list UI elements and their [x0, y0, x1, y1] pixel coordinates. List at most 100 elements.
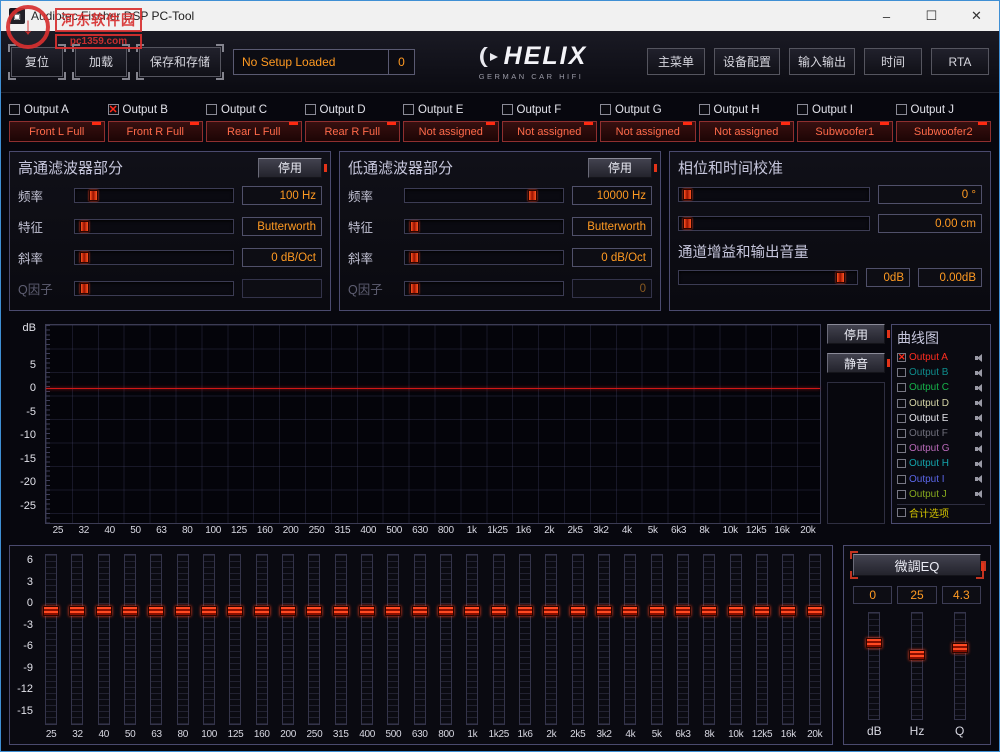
eq-band-slider[interactable]: [512, 552, 538, 727]
eq-band-handle[interactable]: [543, 606, 559, 616]
filter-slider[interactable]: [74, 188, 234, 203]
eq-band-handle[interactable]: [201, 606, 217, 616]
output-assign-button[interactable]: Front R Full: [108, 121, 204, 142]
eq-band-slider[interactable]: [222, 552, 248, 727]
main-menu-button[interactable]: 主菜单: [647, 48, 705, 75]
time-button[interactable]: 时间: [864, 48, 922, 75]
eq-band-handle[interactable]: [333, 606, 349, 616]
load-button[interactable]: 加载: [75, 47, 127, 77]
eq-band-slider[interactable]: [749, 552, 775, 727]
input-output-button[interactable]: 输入输出: [789, 48, 855, 75]
filter-slider[interactable]: [404, 188, 564, 203]
output-checkbox[interactable]: [305, 104, 316, 115]
filter-slider[interactable]: [404, 281, 564, 296]
device-config-button[interactable]: 设备配置: [714, 48, 780, 75]
save-store-button[interactable]: 保存和存储: [139, 47, 221, 77]
output-assign-button[interactable]: Not assigned: [403, 121, 499, 142]
filter-slider[interactable]: [74, 281, 234, 296]
output-assign-button[interactable]: Not assigned: [600, 121, 696, 142]
slider-handle[interactable]: [410, 221, 419, 232]
filter-slider[interactable]: [74, 219, 234, 234]
output-assign-button[interactable]: Front L Full: [9, 121, 105, 142]
eq-band-handle[interactable]: [728, 606, 744, 616]
output-checkbox[interactable]: [9, 104, 20, 115]
eq-band-handle[interactable]: [464, 606, 480, 616]
eq-band-slider[interactable]: [644, 552, 670, 727]
eq-band-handle[interactable]: [306, 606, 322, 616]
eq-band-slider[interactable]: [196, 552, 222, 727]
fine-eq-slider[interactable]: [853, 610, 896, 722]
mute-button[interactable]: 静音: [827, 353, 885, 373]
eq-band-slider[interactable]: [459, 552, 485, 727]
eq-band-slider[interactable]: [433, 552, 459, 727]
eq-band-handle[interactable]: [122, 606, 138, 616]
eq-band-handle[interactable]: [254, 606, 270, 616]
eq-band-handle[interactable]: [491, 606, 507, 616]
eq-band-slider[interactable]: [407, 552, 433, 727]
highpass-disable-button[interactable]: 停用: [258, 158, 322, 178]
output-assign-button[interactable]: Subwoofer1: [797, 121, 893, 142]
eq-band-slider[interactable]: [802, 552, 828, 727]
eq-band-slider[interactable]: [775, 552, 801, 727]
eq-band-handle[interactable]: [43, 606, 59, 616]
eq-band-slider[interactable]: [91, 552, 117, 727]
maximize-button[interactable]: ☐: [909, 1, 954, 31]
output-assign-button[interactable]: Rear R Full: [305, 121, 401, 142]
eq-band-handle[interactable]: [280, 606, 296, 616]
slider-handle[interactable]: [410, 252, 419, 263]
eq-band-handle[interactable]: [570, 606, 586, 616]
eq-band-handle[interactable]: [385, 606, 401, 616]
eq-band-slider[interactable]: [617, 552, 643, 727]
rta-button[interactable]: RTA: [931, 48, 989, 75]
lowpass-disable-button[interactable]: 停用: [588, 158, 652, 178]
slider-handle[interactable]: [80, 252, 89, 263]
eq-band-handle[interactable]: [780, 606, 796, 616]
eq-band-handle[interactable]: [596, 606, 612, 616]
fine-eq-handle[interactable]: [952, 643, 968, 653]
output-checkbox[interactable]: [108, 104, 119, 115]
output-checkbox[interactable]: [797, 104, 808, 115]
output-checkbox[interactable]: [896, 104, 907, 115]
response-graph[interactable]: [45, 324, 821, 524]
eq-band-handle[interactable]: [175, 606, 191, 616]
eq-band-handle[interactable]: [148, 606, 164, 616]
output-checkbox[interactable]: [699, 104, 710, 115]
curve-checkbox[interactable]: [897, 399, 906, 408]
eq-band-handle[interactable]: [754, 606, 770, 616]
eq-band-slider[interactable]: [538, 552, 564, 727]
output-assign-button[interactable]: Not assigned: [502, 121, 598, 142]
slider-handle[interactable]: [80, 221, 89, 232]
filter-slider[interactable]: [404, 219, 564, 234]
eq-band-handle[interactable]: [649, 606, 665, 616]
eq-band-slider[interactable]: [380, 552, 406, 727]
eq-band-handle[interactable]: [438, 606, 454, 616]
slider-handle[interactable]: [80, 283, 89, 294]
output-checkbox[interactable]: [403, 104, 414, 115]
curve-checkbox[interactable]: [897, 459, 906, 468]
output-checkbox[interactable]: [206, 104, 217, 115]
eq-band-slider[interactable]: [591, 552, 617, 727]
delay-slider[interactable]: [678, 216, 870, 231]
eq-band-slider[interactable]: [38, 552, 64, 727]
eq-band-handle[interactable]: [701, 606, 717, 616]
total-checkbox[interactable]: [897, 508, 906, 517]
gain-slider[interactable]: [678, 270, 858, 285]
curve-checkbox[interactable]: [897, 475, 906, 484]
curve-checkbox[interactable]: [897, 383, 906, 392]
eq-band-slider[interactable]: [143, 552, 169, 727]
close-button[interactable]: ✕: [954, 1, 999, 31]
fine-eq-button[interactable]: 微調EQ: [853, 554, 981, 576]
eq-band-handle[interactable]: [675, 606, 691, 616]
output-assign-button[interactable]: Rear L Full: [206, 121, 302, 142]
eq-band-handle[interactable]: [96, 606, 112, 616]
eq-band-handle[interactable]: [69, 606, 85, 616]
curve-checkbox[interactable]: [897, 353, 906, 362]
filter-slider[interactable]: [74, 250, 234, 265]
curve-checkbox[interactable]: [897, 368, 906, 377]
fine-eq-handle[interactable]: [909, 650, 925, 660]
output-assign-button[interactable]: Not assigned: [699, 121, 795, 142]
output-checkbox[interactable]: [600, 104, 611, 115]
reset-button[interactable]: 复位: [11, 47, 63, 77]
eq-band-slider[interactable]: [275, 552, 301, 727]
output-checkbox[interactable]: [502, 104, 513, 115]
